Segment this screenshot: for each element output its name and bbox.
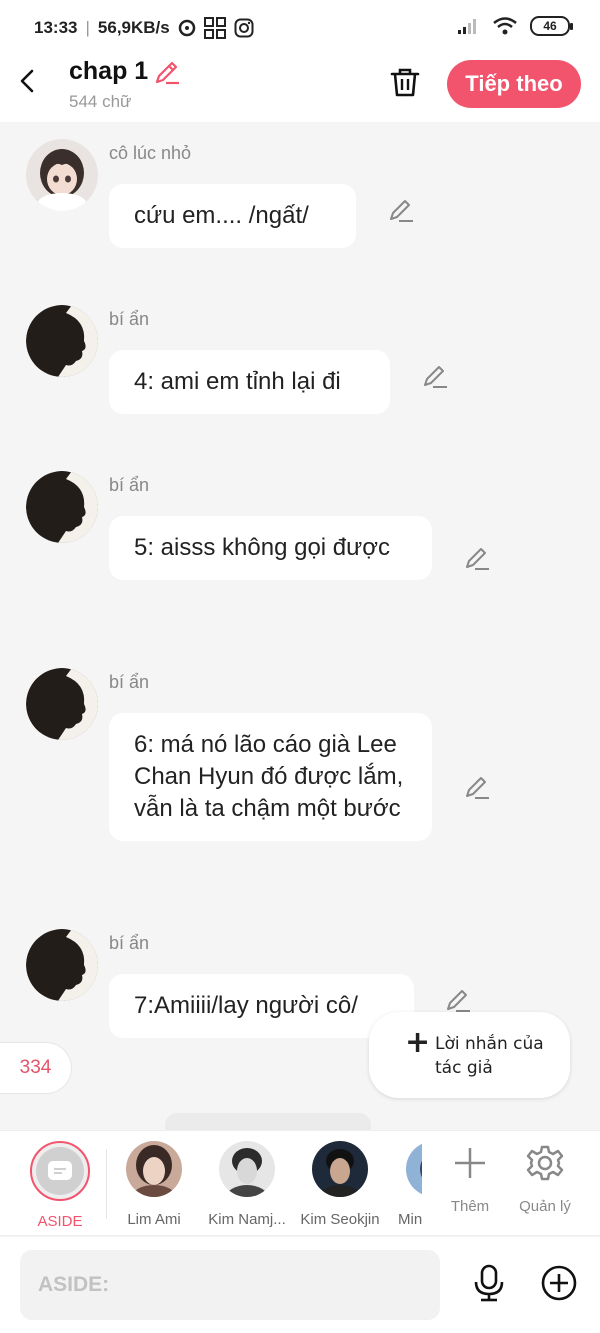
message-input[interactable] bbox=[20, 1250, 440, 1320]
character-label: Lim Ami bbox=[127, 1211, 181, 1228]
trash-icon[interactable] bbox=[387, 64, 423, 100]
character-label: ASIDE bbox=[37, 1213, 83, 1230]
message-bubble[interactable]: 7:Amiiii/lay người cô/ bbox=[109, 974, 414, 1038]
chapter-header: chap 1 544 chữ Tiếp theo bbox=[0, 56, 600, 122]
character-name: bí ẩn bbox=[109, 475, 150, 495]
character-aside[interactable]: ASIDE bbox=[15, 1141, 105, 1230]
add-character-button[interactable]: Thêm bbox=[437, 1143, 503, 1215]
instagram-icon bbox=[234, 18, 254, 38]
edit-message-icon[interactable] bbox=[463, 544, 491, 572]
battery-indicator: 46 bbox=[530, 16, 573, 36]
avatar bbox=[126, 1141, 182, 1197]
add-label: Thêm bbox=[450, 1198, 490, 1215]
gear-icon bbox=[526, 1145, 564, 1181]
next-button[interactable]: Tiếp theo bbox=[447, 60, 581, 108]
plus-icon: + bbox=[405, 1025, 431, 1060]
author-note-label: Lời nhắn của tác giả bbox=[435, 1034, 544, 1078]
character-name: bí ẩn bbox=[109, 933, 150, 953]
status-bar: 13:33 | 56,9KB/s 46 bbox=[0, 0, 600, 56]
plus-icon bbox=[455, 1148, 485, 1178]
edit-message-icon[interactable] bbox=[463, 773, 491, 801]
status-time: 13:33 bbox=[34, 18, 78, 37]
avatar[interactable] bbox=[26, 471, 98, 543]
word-count: 544 chữ bbox=[69, 92, 132, 111]
character-name: bí ẩn bbox=[109, 309, 150, 329]
message-bubble[interactable]: cứu em.... /ngất/ bbox=[109, 184, 356, 248]
divider bbox=[106, 1149, 107, 1219]
back-arrow-icon[interactable] bbox=[14, 66, 44, 96]
message-bubble[interactable]: 4: ami em tỉnh lại đi bbox=[109, 350, 390, 414]
message-bubble[interactable]: 5: aisss không gọi được bbox=[109, 516, 432, 580]
partial-message-bubble bbox=[165, 1113, 371, 1131]
avatar bbox=[312, 1141, 368, 1197]
character-label: Kim Namj... bbox=[208, 1211, 286, 1228]
add-circle-icon[interactable] bbox=[539, 1263, 579, 1303]
avatar[interactable] bbox=[26, 929, 98, 1001]
avatar[interactable] bbox=[26, 305, 98, 377]
character-min[interactable]: Min bbox=[388, 1141, 422, 1228]
edit-message-icon[interactable] bbox=[421, 362, 449, 390]
character-name: cô lúc nhỏ bbox=[109, 143, 192, 163]
manage-label: Quản lý bbox=[519, 1198, 571, 1215]
aside-avatar bbox=[30, 1141, 90, 1201]
character-kim-seokjin[interactable]: Kim Seokjin bbox=[295, 1141, 385, 1228]
signal-icon bbox=[458, 19, 476, 34]
avatar bbox=[406, 1141, 422, 1197]
character-label: Min bbox=[398, 1211, 422, 1228]
message-icon bbox=[48, 1161, 72, 1180]
edit-title-icon[interactable] bbox=[153, 58, 181, 86]
avatar[interactable] bbox=[26, 139, 98, 211]
chat-bubble-icon bbox=[178, 19, 195, 37]
input-bar bbox=[0, 1237, 600, 1333]
wifi-icon bbox=[493, 17, 517, 35]
character-label: Kim Seokjin bbox=[300, 1211, 380, 1228]
chat-area[interactable]: cô lúc nhỏ cứu em.... /ngất/ bí ẩn 4: am… bbox=[0, 122, 600, 1130]
edit-message-icon[interactable] bbox=[444, 986, 472, 1014]
avatar[interactable] bbox=[26, 668, 98, 740]
network-speed: 56,9KB/s bbox=[97, 18, 170, 37]
chapter-title: chap 1 bbox=[69, 57, 149, 85]
author-note-button[interactable]: + Lời nhắn của tác giả bbox=[369, 1012, 570, 1098]
character-bar: ASIDE Lim Ami Kim Namj... Kim Seokjin Mi… bbox=[0, 1130, 600, 1236]
message-bubble[interactable]: 6: má nó lão cáo già Lee Chan Hyun đó đư… bbox=[109, 713, 432, 841]
edit-message-icon[interactable] bbox=[387, 196, 415, 224]
qr-icon bbox=[203, 17, 226, 39]
character-kim-namjoon[interactable]: Kim Namj... bbox=[202, 1141, 292, 1228]
manage-button[interactable]: Quản lý bbox=[512, 1143, 578, 1215]
avatar bbox=[219, 1141, 275, 1197]
microphone-icon[interactable] bbox=[469, 1263, 509, 1303]
count-badge[interactable]: 334 bbox=[0, 1042, 72, 1094]
character-name: bí ẩn bbox=[109, 672, 150, 692]
character-lim-ami[interactable]: Lim Ami bbox=[109, 1141, 199, 1228]
